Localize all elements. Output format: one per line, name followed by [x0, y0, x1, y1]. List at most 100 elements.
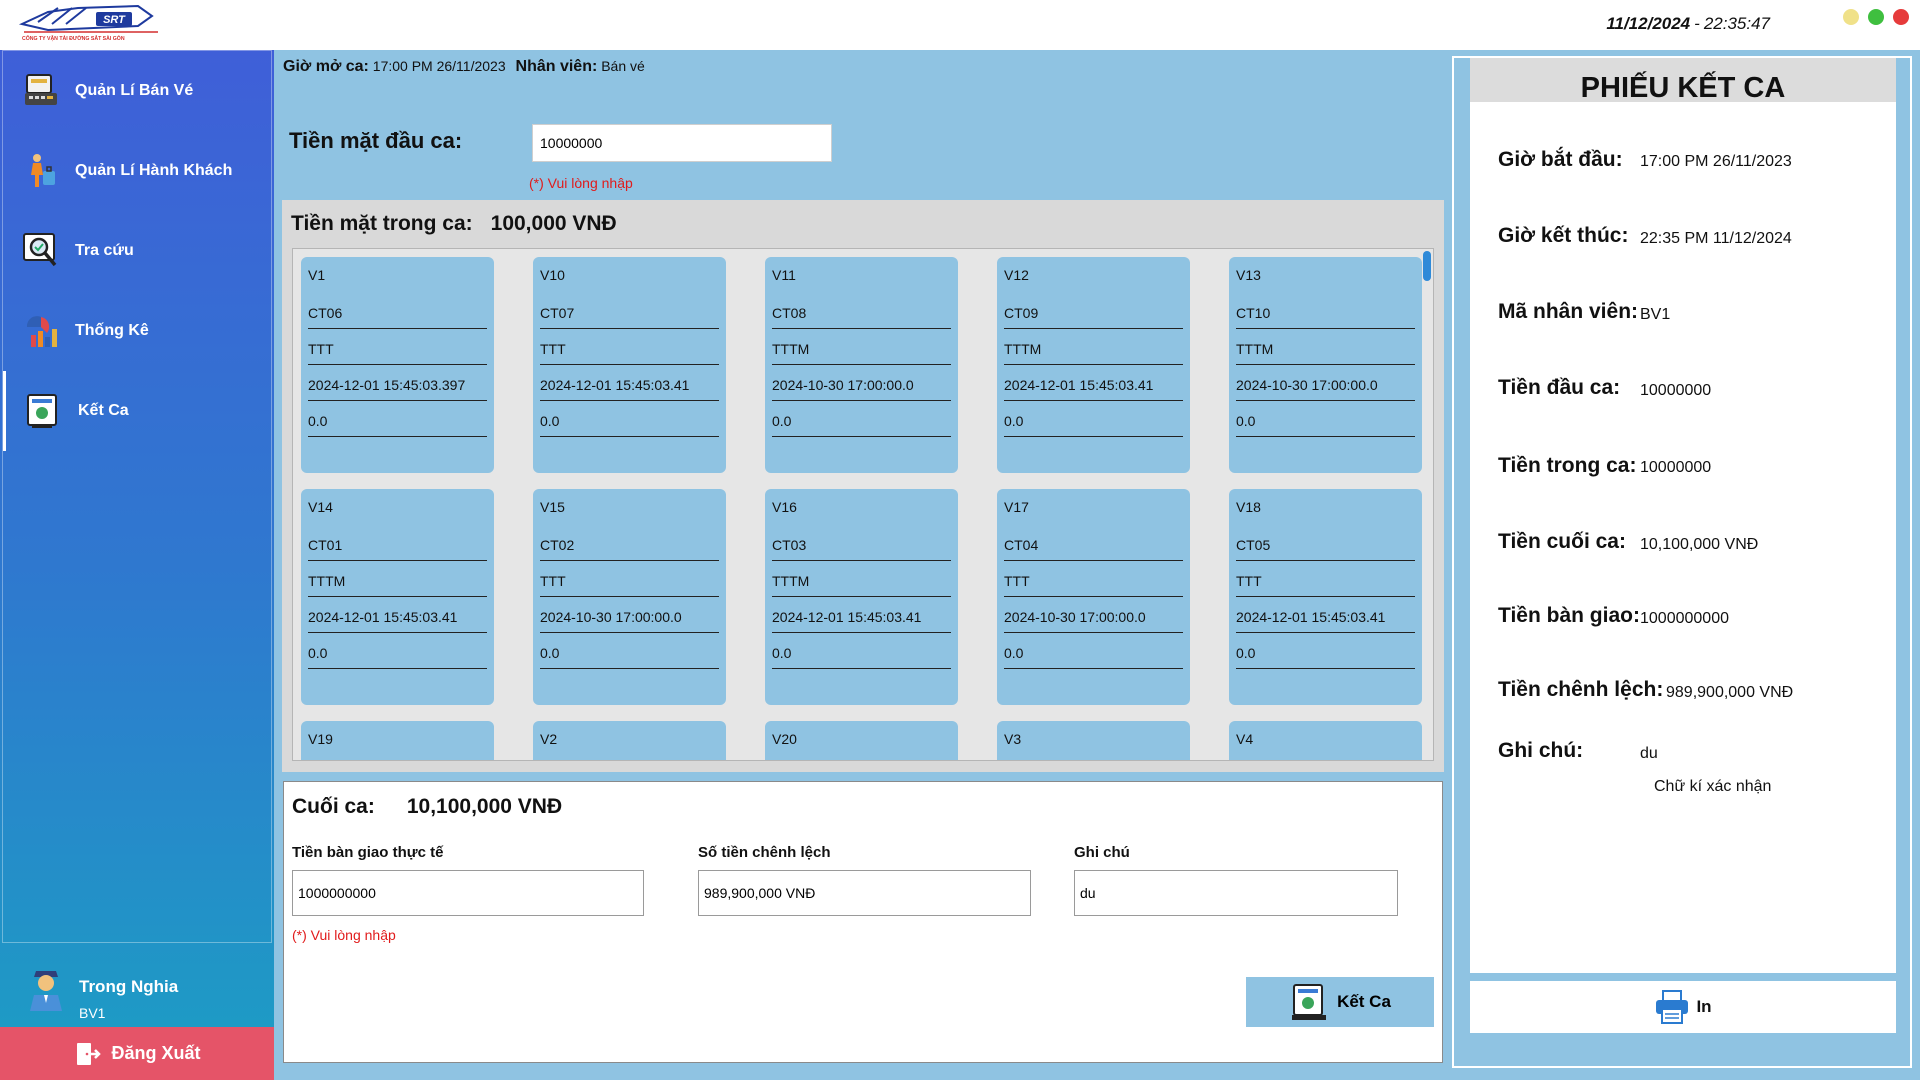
receipt-cash-start-label: Tiền đầu ca:	[1498, 376, 1621, 399]
ticket-type: TTTM	[308, 567, 487, 597]
ticket-grid: V1 CT06 TTT 2024-12-01 15:45:03.397 0.0 V10 CT…	[301, 257, 1422, 760]
receipt-staff-label: Mã nhân viên:	[1498, 300, 1639, 323]
ticket-amount: 0.0	[1236, 407, 1415, 437]
end-shift-icon	[1289, 982, 1329, 1022]
receipt-note-label: Ghi chú:	[1498, 739, 1584, 762]
ticket-card[interactable]: V20	[765, 721, 958, 760]
handover-input[interactable]	[292, 870, 644, 916]
ticket-amount: 0.0	[772, 407, 951, 437]
logo-caption: CÔNG TY VẬN TẢI ĐƯỜNG SẮT SÀI GÒN	[22, 34, 125, 42]
ticket-id: V11	[772, 267, 796, 283]
ticket-card[interactable]: V13 CT10 TTTM 2024-10-30 17:00:00.0 0.0	[1229, 257, 1422, 473]
logo-text: SRT	[103, 14, 126, 26]
ticket-amount: 0.0	[1004, 407, 1183, 437]
ticket-card[interactable]: V15 CT02 TTT 2024-10-30 17:00:00.0 0.0	[533, 489, 726, 705]
close-button[interactable]	[1893, 9, 1909, 25]
end-total-label: Cuối ca:	[292, 795, 375, 818]
sidebar-item-end-shift[interactable]: Kết Ca	[3, 371, 273, 451]
ticket-type: TTT	[1004, 567, 1183, 597]
staff-value: Bán vé	[601, 58, 645, 74]
cash-start-hint: (*) Vui lòng nhập	[529, 175, 633, 191]
current-datetime: 11/12/2024-22:35:47	[1606, 14, 1770, 34]
ticket-list-scrollbar[interactable]	[1423, 251, 1431, 281]
logout-label: Đăng Xuất	[111, 1043, 201, 1063]
end-shift-button[interactable]: Kết Ca	[1246, 977, 1434, 1027]
ticket-date: 2024-12-01 15:45:03.41	[772, 603, 951, 633]
ticket-date: 2024-10-30 17:00:00.0	[1236, 371, 1415, 401]
minimize-button[interactable]	[1843, 9, 1859, 25]
ticket-type: TTT	[308, 335, 487, 365]
ticket-card[interactable]: V11 CT08 TTTM 2024-10-30 17:00:00.0 0.0	[765, 257, 958, 473]
difference-input[interactable]	[698, 870, 1031, 916]
ticket-card[interactable]: V18 CT05 TTT 2024-12-01 15:45:03.41 0.0	[1229, 489, 1422, 705]
receipt-end-cash-label: Tiền cuối ca:	[1498, 530, 1626, 553]
receipt-note-value: du	[1640, 745, 1658, 762]
end-shift-receipt: PHIẾU KẾT CA Giờ bắt đầu: 17:00 PM 26/11…	[1470, 58, 1896, 973]
cash-start-input[interactable]	[532, 124, 832, 162]
receipt-end-cash-value: 10,100,000 VNĐ	[1640, 536, 1759, 553]
ticket-route: CT01	[308, 531, 487, 561]
sidebar-item-lookup[interactable]: Tra cứu	[3, 211, 273, 291]
ticket-route: CT05	[1236, 531, 1415, 561]
note-input[interactable]	[1074, 870, 1398, 916]
receipt-start-value: 17:00 PM 26/11/2023	[1640, 153, 1792, 170]
ticket-card[interactable]: V3	[997, 721, 1190, 760]
sidebar-item-passenger-management[interactable]: Quản Lí Hành Khách	[3, 131, 273, 211]
ticket-card[interactable]: V17 CT04 TTT 2024-10-30 17:00:00.0 0.0	[997, 489, 1190, 705]
receipt-difference-label: Tiền chênh lệch:	[1498, 678, 1664, 701]
ticket-type: TTT	[540, 567, 719, 597]
difference-label: Số tiền chênh lệch	[698, 844, 831, 861]
ticket-amount: 0.0	[772, 639, 951, 669]
receipt-frame: PHIẾU KẾT CA Giờ bắt đầu: 17:00 PM 26/11…	[1448, 50, 1920, 1080]
end-total-value: 10,100,000 VNĐ	[406, 795, 563, 818]
printer-icon	[1654, 989, 1690, 1025]
top-bar: SRT CÔNG TY VẬN TẢI ĐƯỜNG SẮT SÀI GÒN 11…	[0, 0, 1920, 50]
ticket-amount: 0.0	[1236, 639, 1415, 669]
company-logo: SRT CÔNG TY VẬN TẢI ĐƯỜNG SẮT SÀI GÒN	[18, 2, 168, 44]
ticket-card[interactable]: V14 CT01 TTTM 2024-12-01 15:45:03.41 0.0	[301, 489, 494, 705]
sidebar-item-ticket-management[interactable]: Quản Lí Bán Vé	[3, 51, 273, 131]
current-time: 22:35:47	[1703, 14, 1770, 33]
sidebar-item-label: Thống Kê	[75, 322, 149, 339]
in-shift-cash: Tiền mặt trong ca: 100,000 VNĐ	[291, 212, 617, 236]
ticket-amount: 0.0	[540, 639, 719, 669]
ticket-card[interactable]: V10 CT07 TTT 2024-12-01 15:45:03.41 0.0	[533, 257, 726, 473]
receipt-handover-label: Tiền bàn giao:	[1498, 604, 1640, 627]
end-total: Cuối ca: 10,100,000 VNĐ	[292, 795, 562, 819]
staff-label: Nhân viên:	[515, 58, 598, 75]
ticket-id: V10	[540, 267, 565, 283]
receipt-in-shift-label: Tiền trong ca:	[1498, 454, 1637, 477]
passenger-icon	[19, 149, 63, 193]
receipt-signature: Chữ kí xác nhận	[1654, 778, 1772, 795]
ticket-card[interactable]: V2	[533, 721, 726, 760]
ticket-date: 2024-12-01 15:45:03.41	[1004, 371, 1183, 401]
in-shift-panel: Tiền mặt trong ca: 100,000 VNĐ V1 CT06 TTT 2…	[282, 200, 1444, 772]
ticket-id: V2	[540, 731, 558, 747]
ticket-amount: 0.0	[1004, 639, 1183, 669]
print-button[interactable]: In	[1470, 981, 1896, 1033]
ticket-card[interactable]: V19	[301, 721, 494, 760]
open-time-value: 17:00 PM 26/11/2023	[372, 58, 506, 74]
sidebar-item-statistics[interactable]: Thống Kê	[3, 291, 273, 371]
ticket-card[interactable]: V12 CT09 TTTM 2024-12-01 15:45:03.41 0.0	[997, 257, 1190, 473]
ticket-date: 2024-12-01 15:45:03.397	[308, 371, 487, 401]
receipt-handover-value: 1000000000	[1640, 610, 1729, 627]
logout-button[interactable]: Đăng Xuất	[0, 1027, 274, 1080]
ticket-card[interactable]: V4	[1229, 721, 1422, 760]
ticket-id: V17	[1004, 499, 1029, 515]
end-shift-icon	[22, 389, 66, 433]
in-shift-value: 100,000 VNĐ	[490, 212, 617, 235]
receipt-cash-start-value: 10000000	[1640, 382, 1712, 399]
ticket-card[interactable]: V1 CT06 TTT 2024-12-01 15:45:03.397 0.0	[301, 257, 494, 473]
datetime-separator: -	[1694, 14, 1700, 33]
ticket-route: CT02	[540, 531, 719, 561]
maximize-button[interactable]	[1868, 9, 1884, 25]
sidebar: Quản Lí Bán Vé Quản Lí Hành Khách Tra cứ…	[0, 50, 274, 1080]
ticket-amount: 0.0	[540, 407, 719, 437]
ticket-list[interactable]: V1 CT06 TTT 2024-12-01 15:45:03.397 0.0 V10 CT…	[292, 248, 1434, 761]
ticket-register-icon	[19, 69, 63, 113]
ticket-date: 2024-10-30 17:00:00.0	[772, 371, 951, 401]
ticket-card[interactable]: V16 CT03 TTTM 2024-12-01 15:45:03.41 0.0	[765, 489, 958, 705]
user-id: BV1	[79, 1005, 106, 1021]
shift-open-info: Giờ mở ca: 17:00 PM 26/11/2023 Nhân viên…	[283, 58, 651, 76]
